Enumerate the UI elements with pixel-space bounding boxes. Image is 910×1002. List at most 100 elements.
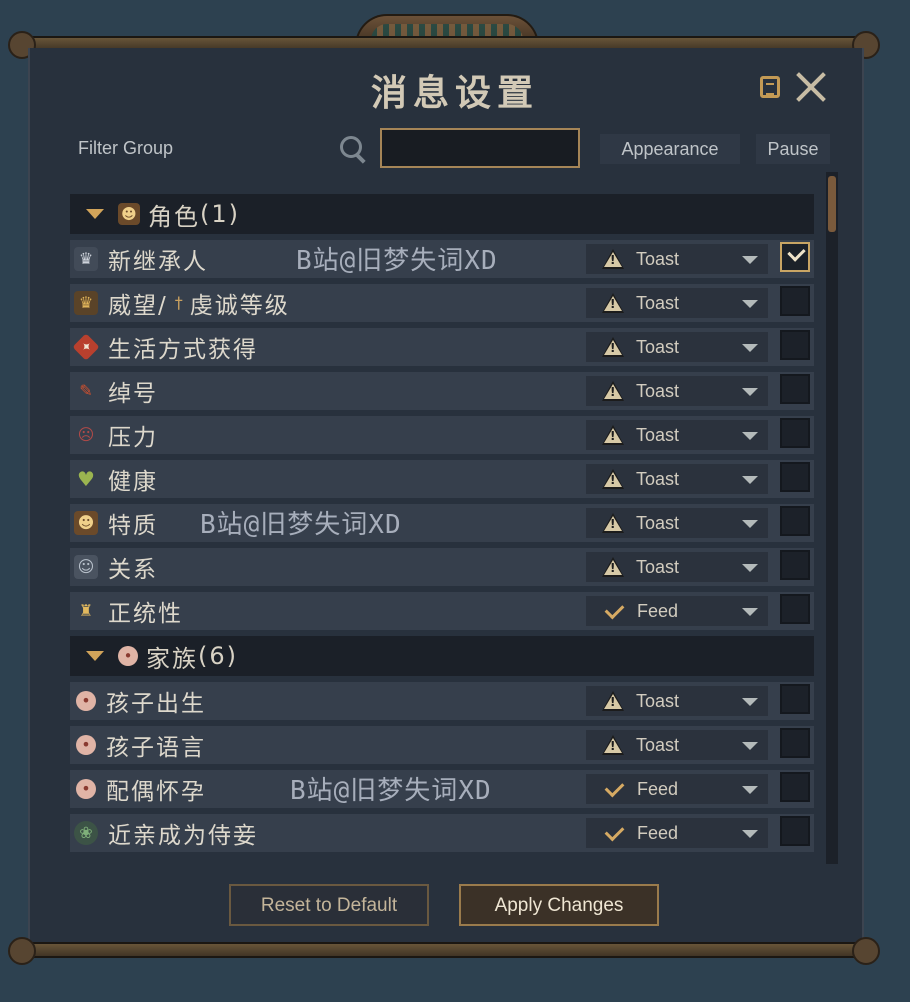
group-count: (1) (200, 200, 240, 228)
scrollbar-thumb[interactable] (828, 176, 836, 232)
appearance-select[interactable]: Toast (586, 288, 768, 318)
appearance-select[interactable]: Toast (586, 376, 768, 406)
appearance-value: Toast (636, 468, 680, 489)
appearance-select[interactable]: Toast (586, 332, 768, 362)
relation-mask-icon: ☺ (74, 555, 98, 579)
chevron-down-icon (742, 830, 758, 838)
pause-checkbox[interactable] (780, 330, 810, 360)
filter-group-label: Filter Group (78, 138, 174, 158)
legitimacy-icon: ♜ (78, 601, 94, 620)
appearance-select[interactable]: Toast (586, 420, 768, 450)
check-icon (604, 777, 625, 797)
apply-changes-button[interactable]: Apply Changes (459, 884, 659, 926)
warning-icon (602, 469, 624, 489)
appearance-value: Feed (637, 600, 679, 621)
list-item: ☹ 压力 Toast (70, 416, 814, 454)
appearance-select[interactable]: Toast (586, 508, 768, 538)
pause-checkbox[interactable] (780, 550, 810, 580)
group-title: 角色 (148, 202, 200, 231)
row-label-2: 虔诚等级 (189, 293, 290, 319)
appearance-value: Toast (636, 336, 680, 357)
list-item: ♥ 健康 Toast (70, 460, 814, 498)
scrollbar-track[interactable] (826, 172, 838, 864)
list-item: ☻ 特质 B站@旧梦失词XD Toast (70, 504, 814, 542)
message-settings-list: ☻ 角色 (1) ♛ 新继承人 B站@旧梦失词XD Toast ♛ 威望/ † … (70, 194, 814, 862)
stress-head-icon: ☹ (77, 425, 95, 444)
list-item: ♛ 新继承人 B站@旧梦失词XD Toast (70, 240, 814, 278)
appearance-value: Toast (636, 292, 680, 313)
chevron-down-icon (742, 608, 758, 616)
warning-icon (602, 735, 624, 755)
search-icon[interactable] (338, 134, 368, 164)
baby-icon: • (76, 735, 96, 755)
appearance-select[interactable]: Feed (586, 818, 768, 848)
pause-checkbox[interactable] (780, 462, 810, 492)
list-item: ❀ 近亲成为侍妾 Feed (70, 814, 814, 852)
appearance-value: Feed (637, 822, 679, 843)
crown-icon: ♛ (74, 247, 98, 271)
row-label: 压力 (108, 425, 158, 451)
group-header-character[interactable]: ☻ 角色 (1) (70, 194, 814, 234)
pause-checkbox[interactable] (780, 418, 810, 448)
appearance-value: Toast (636, 512, 680, 533)
heart-icon: ♥ (77, 467, 95, 491)
row-label: 绰号 (108, 381, 158, 407)
warning-icon (602, 337, 624, 357)
list-item: • 孩子出生 Toast (70, 682, 814, 720)
appearance-select[interactable]: Toast (586, 552, 768, 582)
quill-icon: ✎ (79, 381, 93, 400)
chevron-down-icon[interactable] (86, 651, 104, 661)
list-item: • 配偶怀孕 B站@旧梦失词XD Feed (70, 770, 814, 808)
appearance-select[interactable]: Toast (586, 686, 768, 716)
warning-icon (602, 513, 624, 533)
appearance-value: Toast (636, 248, 680, 269)
pause-checkbox[interactable] (780, 374, 810, 404)
pause-checkbox[interactable] (780, 684, 810, 714)
row-label: 特质 (108, 513, 158, 539)
warning-icon (602, 557, 624, 577)
warning-icon (602, 293, 624, 313)
appearance-select[interactable]: Feed (586, 774, 768, 804)
chevron-down-icon (742, 256, 758, 264)
chevron-down-icon (742, 300, 758, 308)
row-label: 正统性 (108, 601, 183, 627)
appearance-value: Toast (636, 690, 680, 711)
lifestyle-icon: ✦ (72, 333, 100, 361)
scroll-icon[interactable] (760, 76, 780, 98)
watermark-text: B站@旧梦失词XD (290, 776, 492, 806)
search-input[interactable] (380, 128, 580, 168)
appearance-value: Feed (637, 778, 679, 799)
chevron-down-icon (742, 786, 758, 794)
row-label: 健康 (108, 469, 158, 495)
column-header-appearance: Appearance (600, 134, 740, 164)
appearance-select[interactable]: Toast (586, 730, 768, 760)
pause-checkbox[interactable] (780, 242, 810, 272)
appearance-value: Toast (636, 734, 680, 755)
close-icon[interactable] (794, 70, 828, 104)
pause-checkbox[interactable] (780, 506, 810, 536)
reset-to-default-button[interactable]: Reset to Default (229, 884, 429, 926)
row-label: 关系 (108, 557, 158, 583)
chevron-down-icon (742, 344, 758, 352)
watermark-text: B站@旧梦失词XD (296, 246, 498, 276)
pause-checkbox[interactable] (780, 772, 810, 802)
mask-icon: ☻ (118, 203, 140, 225)
appearance-select[interactable]: Toast (586, 244, 768, 274)
appearance-value: Toast (636, 556, 680, 577)
pause-checkbox[interactable] (780, 728, 810, 758)
watermark-text: B站@旧梦失词XD (200, 510, 402, 540)
chevron-down-icon (742, 432, 758, 440)
row-label: 孩子语言 (106, 735, 206, 761)
list-item: ✦ 生活方式获得 Toast (70, 328, 814, 366)
chevron-down-icon[interactable] (86, 209, 104, 219)
warning-icon (602, 691, 624, 711)
appearance-select[interactable]: Feed (586, 596, 768, 626)
pause-checkbox[interactable] (780, 816, 810, 846)
group-header-family[interactable]: • 家族 (6) (70, 636, 814, 676)
chevron-down-icon (742, 388, 758, 396)
chevron-down-icon (742, 564, 758, 572)
pause-checkbox[interactable] (780, 594, 810, 624)
pause-checkbox[interactable] (780, 286, 810, 316)
appearance-select[interactable]: Toast (586, 464, 768, 494)
row-label: 威望/ (108, 293, 168, 319)
